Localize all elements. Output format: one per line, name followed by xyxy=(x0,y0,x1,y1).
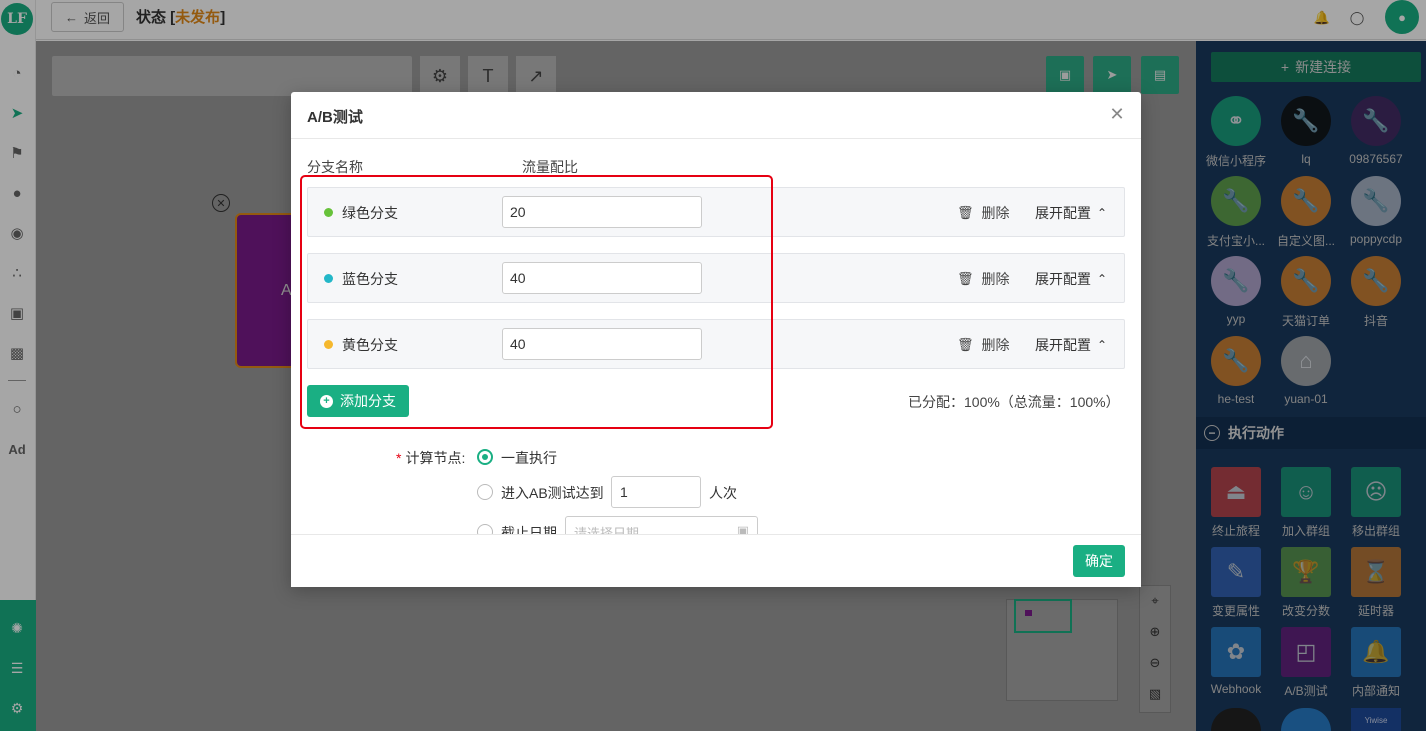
delete-label: 删除 xyxy=(981,271,1010,287)
chevron-up-icon: ⌃ xyxy=(1097,272,1108,286)
option-reach-unit: 人次 xyxy=(709,485,737,501)
radio-reach[interactable] xyxy=(477,484,493,500)
trash-icon: 🗑 xyxy=(957,271,974,286)
confirm-button[interactable]: 确定 xyxy=(1073,545,1125,577)
expand-label: 展开配置 xyxy=(1035,205,1091,221)
plus-circle-icon: + xyxy=(320,394,333,408)
column-traffic-ratio: 流量配比 xyxy=(522,159,578,175)
delete-branch-button[interactable]: 🗑 删除 xyxy=(957,335,1010,355)
delete-label: 删除 xyxy=(981,337,1010,353)
dialog-title: A/B测试 xyxy=(307,109,363,126)
radio-always[interactable] xyxy=(477,449,493,465)
column-branch-name: 分支名称 xyxy=(307,159,363,175)
date-placeholder: 请选择日期 xyxy=(574,526,640,534)
chevron-up-icon: ⌃ xyxy=(1097,206,1108,220)
deadline-row: 截止日期 请选择日期 ▣ xyxy=(291,516,1141,534)
trash-icon: 🗑 xyxy=(957,205,974,220)
ab-test-dialog: A/B测试 ✕ 分支名称 流量配比 绿色分支🗑删除展开配置⌃蓝色分支🗑删除展开配… xyxy=(291,92,1141,587)
option-reach-label: 进入AB测试达到 xyxy=(501,485,604,501)
expand-config-button[interactable]: 展开配置 ⌃ xyxy=(1035,203,1107,223)
dialog-header: A/B测试 ✕ xyxy=(291,92,1141,139)
expand-config-button[interactable]: 展开配置 ⌃ xyxy=(1035,335,1107,355)
option-deadline-label: 截止日期 xyxy=(501,525,557,534)
reach-count-input[interactable] xyxy=(611,476,701,508)
expand-label: 展开配置 xyxy=(1035,337,1091,353)
trash-icon: 🗑 xyxy=(957,337,974,352)
add-branch-button[interactable]: + 添加分支 xyxy=(307,385,409,417)
close-icon[interactable]: ✕ xyxy=(1107,104,1127,124)
calc-node-label: * 计算节点: xyxy=(396,450,466,466)
allocated-summary: 已分配：100%（总流量：100%） xyxy=(908,394,1120,410)
delete-label: 删除 xyxy=(981,205,1010,221)
dialog-footer: 确定 xyxy=(291,534,1141,587)
date-picker[interactable]: 请选择日期 ▣ xyxy=(565,516,758,534)
delete-branch-button[interactable]: 🗑 删除 xyxy=(957,269,1010,289)
expand-config-button[interactable]: 展开配置 ⌃ xyxy=(1035,269,1107,289)
delete-branch-button[interactable]: 🗑 删除 xyxy=(957,203,1010,223)
add-branch-label: 添加分支 xyxy=(340,393,396,409)
calc-label-text: 计算节点: xyxy=(405,450,466,466)
calendar-icon: ▣ xyxy=(736,523,749,534)
radio-deadline[interactable] xyxy=(477,524,493,534)
expand-label: 展开配置 xyxy=(1035,271,1091,287)
chevron-up-icon: ⌃ xyxy=(1097,338,1108,352)
option-always-label: 一直执行 xyxy=(501,450,557,466)
